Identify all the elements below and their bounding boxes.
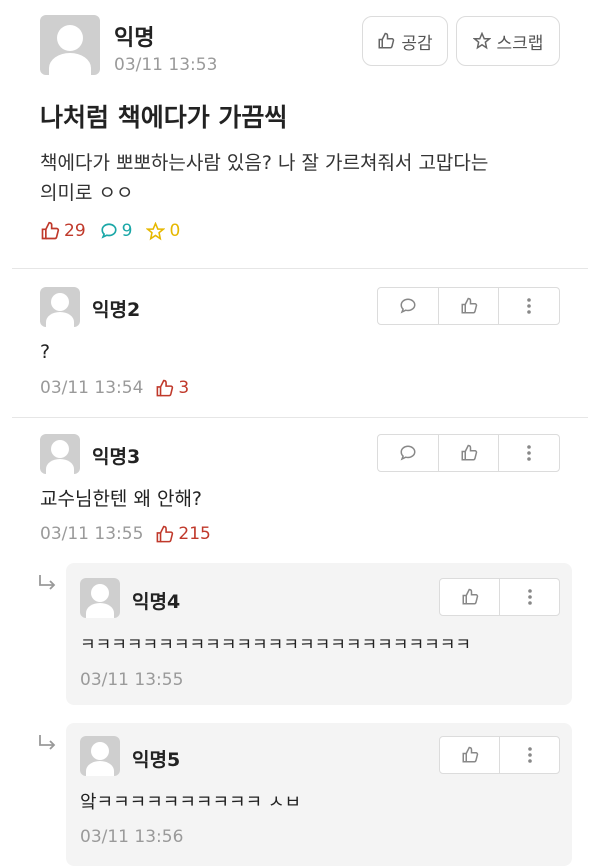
comment-text: ? <box>40 341 51 363</box>
divider <box>12 268 588 269</box>
reply-time: 03/11 13:56 <box>80 827 184 847</box>
reply-text: 앜ㅋㅋㅋㅋㅋㅋㅋㅋㅋㅋ ㅅㅂ <box>80 792 302 813</box>
comment-action-group <box>377 434 560 472</box>
reply-action-group <box>439 578 560 616</box>
comment-meta: 03/11 13:55 215 <box>40 524 211 544</box>
reply-time: 03/11 13:55 <box>80 670 184 690</box>
author-avatar <box>40 15 100 75</box>
comment-like-count: 215 <box>155 524 211 544</box>
comment-like-button[interactable] <box>437 288 499 324</box>
more-button[interactable] <box>499 579 559 615</box>
more-vertical-icon <box>527 445 531 461</box>
reply-like-button[interactable] <box>440 737 499 773</box>
thumbs-up-icon <box>156 379 174 396</box>
post-stats: 29 9 0 <box>40 221 180 241</box>
star-icon <box>146 221 166 240</box>
comment-meta: 03/11 13:54 3 <box>40 378 189 398</box>
reply-author: 익명4 <box>132 591 181 613</box>
post-like-count: 29 <box>40 221 86 241</box>
comment-action-group <box>377 287 560 325</box>
speech-bubble-icon <box>400 445 416 461</box>
thumbs-up-icon <box>462 588 478 605</box>
thumbs-up-icon <box>461 297 477 314</box>
more-button[interactable] <box>499 737 559 773</box>
speech-bubble-icon <box>101 223 117 239</box>
scrap-button-label: 스크랩 <box>496 33 544 54</box>
more-button[interactable] <box>498 288 559 324</box>
thumbs-up-icon <box>462 746 478 763</box>
post-scrap-count: 0 <box>146 221 180 241</box>
post-comment-count: 9 <box>100 221 132 241</box>
thumbs-up-icon <box>156 525 174 542</box>
post-title: 나처럼 책에다가 가끔씩 <box>40 103 288 132</box>
comment-author: 익명3 <box>92 446 141 468</box>
more-vertical-icon <box>527 747 532 763</box>
more-vertical-icon <box>527 589 532 605</box>
reply-button[interactable] <box>378 288 438 324</box>
reply-arrow-icon <box>39 575 56 590</box>
post-time: 03/11 13:53 <box>114 55 218 75</box>
post-body-line2: 의미로 ㅇㅇ <box>40 182 134 204</box>
thumbs-up-icon <box>461 444 477 461</box>
like-button-label: 공감 <box>401 33 433 54</box>
comment-avatar <box>40 287 80 327</box>
comment-author: 익명2 <box>92 299 141 321</box>
reply-like-button[interactable] <box>440 579 499 615</box>
speech-bubble-icon <box>400 298 416 314</box>
star-icon <box>472 32 491 50</box>
more-button[interactable] <box>498 435 559 471</box>
scrap-button[interactable]: 스크랩 <box>456 16 560 66</box>
reply-button[interactable] <box>378 435 438 471</box>
reply-avatar <box>80 578 120 618</box>
reply-arrow-icon <box>39 735 56 750</box>
thumbs-up-icon <box>41 221 60 240</box>
comment-time: 03/11 13:55 <box>40 524 144 544</box>
reply-author: 익명5 <box>132 749 181 771</box>
more-vertical-icon <box>527 298 531 314</box>
reply-text: ㅋㅋㅋㅋㅋㅋㅋㅋㅋㅋㅋㅋㅋㅋㅋㅋㅋㅋㅋㅋㅋㅋㅋㅋㅋ <box>80 635 471 655</box>
divider <box>12 417 588 418</box>
comment-avatar <box>40 434 80 474</box>
comment-like-count: 3 <box>155 378 189 398</box>
like-button[interactable]: 공감 <box>362 16 448 66</box>
comment-time: 03/11 13:54 <box>40 378 144 398</box>
reply-action-group <box>439 736 560 774</box>
reply-avatar <box>80 736 120 776</box>
comment-like-button[interactable] <box>437 435 499 471</box>
post-body-line1: 책에다가 뽀뽀하는사람 있음? 나 잘 가르쳐줘서 고맙다는 <box>40 152 489 174</box>
comment-text: 교수님한텐 왜 안해? <box>40 488 203 510</box>
thumbs-up-icon <box>378 32 395 49</box>
post-author: 익명 <box>114 26 155 51</box>
